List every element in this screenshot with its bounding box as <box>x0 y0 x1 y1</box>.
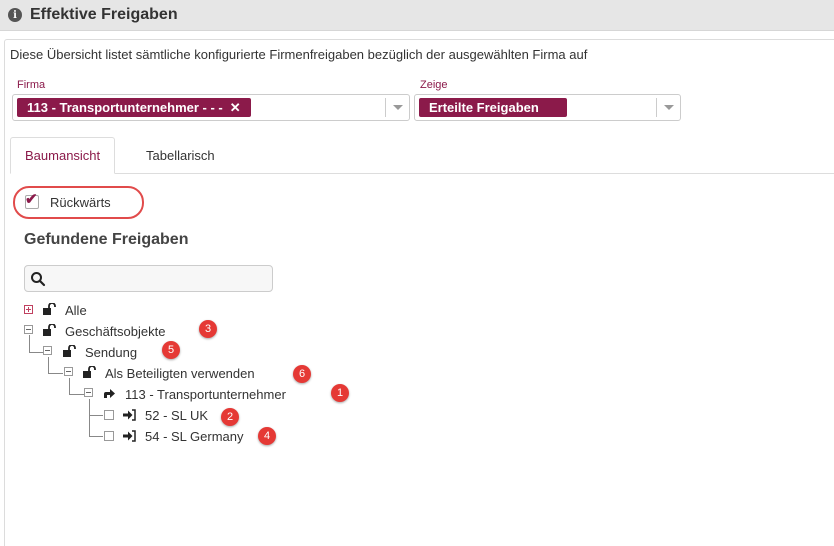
description-text: Diese Übersicht listet sämtliche konfigu… <box>10 47 588 62</box>
collapse-icon[interactable] <box>84 388 93 397</box>
zeige-dropdown-toggle[interactable] <box>656 98 680 117</box>
sign-in-icon <box>123 430 136 442</box>
checkmark-icon: ✔ <box>25 191 38 208</box>
collapse-icon[interactable] <box>64 367 73 376</box>
zeige-select[interactable]: Erteilte Freigaben <box>414 94 681 121</box>
tree-checkbox[interactable] <box>104 410 114 420</box>
search-icon <box>31 272 46 287</box>
unlock-icon <box>63 345 76 357</box>
firma-tag: 113 - Transportunternehmer - - - ✕ <box>17 98 251 117</box>
tab-baumansicht[interactable]: Baumansicht <box>10 137 116 174</box>
tree-node-als-beteiligten[interactable]: Als Beteiligten verwenden <box>105 366 255 381</box>
expand-icon[interactable] <box>24 305 33 314</box>
annotation-badge: 5 <box>162 341 180 359</box>
tree-connector <box>89 399 90 437</box>
tree-node-113-transportunternehmer[interactable]: 113 - Transportunternehmer <box>125 387 286 402</box>
tree-connector <box>48 373 63 374</box>
annotation-badge: 1 <box>331 384 349 402</box>
firma-select[interactable]: 113 - Transportunternehmer - - - ✕ <box>12 94 410 121</box>
tree-checkbox[interactable] <box>104 431 114 441</box>
tree-connector <box>89 415 103 416</box>
firma-dropdown-toggle[interactable] <box>385 98 409 117</box>
annotation-badge: 4 <box>258 427 276 445</box>
annotation-badge: 3 <box>199 320 217 338</box>
annotation-badge: 2 <box>221 408 239 426</box>
tree-connector <box>29 352 43 353</box>
annotation-badge: 6 <box>293 365 311 383</box>
tree-node-52-sl-uk[interactable]: 52 - SL UK <box>145 408 208 423</box>
tree-connector <box>69 394 84 395</box>
collapse-icon[interactable] <box>24 325 33 334</box>
tree-connector <box>29 335 30 353</box>
tree-connector <box>48 357 49 374</box>
chevron-down-icon <box>663 105 674 110</box>
tree-node-sendung[interactable]: Sendung <box>85 345 137 360</box>
info-icon: i <box>8 8 22 22</box>
zeige-label: Zeige <box>420 79 448 91</box>
page-header: i Effektive Freigaben <box>0 0 834 31</box>
firma-tag-label: 113 - Transportunternehmer - - - <box>27 100 223 115</box>
share-arrow-icon <box>104 389 115 398</box>
sign-in-icon <box>123 409 136 421</box>
zeige-tag-label: Erteilte Freigaben <box>429 100 539 115</box>
chevron-down-icon <box>392 105 403 110</box>
unlock-icon <box>83 366 96 378</box>
collapse-icon[interactable] <box>43 346 52 355</box>
firma-label: Firma <box>17 79 46 91</box>
tree-node-geschaeftsobjekte[interactable]: Geschäftsobjekte <box>65 324 165 339</box>
found-title: Gefundene Freigaben <box>24 231 189 248</box>
tree-connector <box>69 378 70 395</box>
tab-tabellarisch[interactable]: Tabellarisch <box>132 137 229 174</box>
zeige-tag: Erteilte Freigaben <box>419 98 567 117</box>
tree-node-54-sl-germany[interactable]: 54 - SL Germany <box>145 429 244 444</box>
tree-search-input[interactable] <box>24 265 273 292</box>
remove-tag-icon[interactable]: ✕ <box>230 100 241 116</box>
tree-node-alle[interactable]: Alle <box>65 303 87 318</box>
rueckwaerts-label[interactable]: Rückwärts <box>50 195 111 210</box>
unlock-icon <box>43 303 56 315</box>
unlock-icon <box>43 324 56 336</box>
page-title: Effektive Freigaben <box>30 6 178 23</box>
tree-connector <box>89 436 103 437</box>
